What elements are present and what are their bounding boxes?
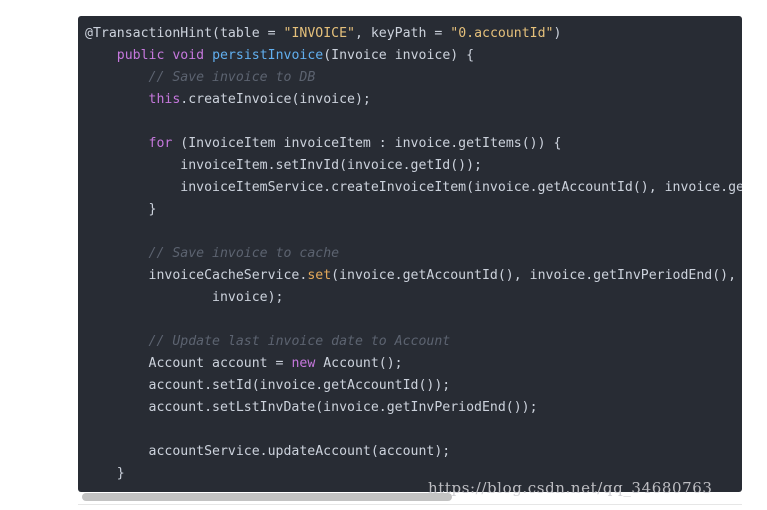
code-token: Account(); [315,356,403,371]
code-token: (Invoice invoice) { [323,48,475,63]
code-token: account.setLstInvDate(invoice.getInvPeri… [85,400,538,415]
code-line: // Save invoice to cache [85,243,742,265]
code-line: invoice); [85,287,742,309]
code-line: // Update last invoice date to Account [85,331,742,353]
code-token: ) [553,26,562,41]
code-token: Account account = [85,356,292,371]
code-token: for [148,136,173,151]
scrollbar-thumb[interactable] [82,493,452,501]
code-line: public void persistInvoice(Invoice invoi… [85,45,742,67]
code-token: invoiceItem.setInvId(invoice.getId()); [85,158,482,173]
code-line: @TransactionHint(table = "INVOICE", keyP… [85,23,742,45]
code-token: new [291,356,316,371]
code-token: accountService.updateAccount(account); [85,444,451,459]
code-token: public [116,48,165,63]
code-block: @TransactionHint(table = "INVOICE", keyP… [78,16,742,492]
code-line: invoiceItemService.createInvoiceItem(inv… [85,177,742,199]
code-token: (InvoiceItem invoiceItem : invoice.getIt… [172,136,562,151]
code-line: invoiceCacheService.set(invoice.getAccou… [85,265,742,287]
code-line: // Save invoice to DB [85,67,742,89]
code-token: (invoice.getAccountId(), invoice.getInvP… [331,268,737,283]
code-token: "INVOICE" [283,26,355,41]
code-text: @TransactionHint(table = "INVOICE", keyP… [85,23,742,485]
code-token: // Update last invoice date to Account [148,334,451,349]
code-token: , keyPath = [354,26,451,41]
code-line: accountService.updateAccount(account); [85,441,742,463]
code-token: "0.accountId" [450,26,554,41]
code-token: @TransactionHint(table = [85,26,284,41]
code-token: } [85,466,125,481]
code-token: void [172,48,205,63]
watermark-url: https://blog.csdn.net/qq_34680763 [428,479,713,497]
code-line: } [85,199,742,221]
code-token: invoiceItemService.createInvoiceItem(inv… [180,180,742,195]
code-token: .createInvoice(invoice); [180,92,371,107]
code-token: // Save invoice to cache [148,246,340,261]
code-line: invoiceItem.setInvId(invoice.getId()); [85,155,742,177]
code-token: this [148,92,181,107]
code-token: // Save invoice to DB [148,70,316,85]
code-token: } [85,202,157,217]
code-line: account.setId(invoice.getAccountId()); [85,375,742,397]
code-line: account.setLstInvDate(invoice.getInvPeri… [85,397,742,419]
code-line: this.createInvoice(invoice); [85,89,742,111]
code-line: for (InvoiceItem invoiceItem : invoice.g… [85,133,742,155]
code-line: Account account = new Account(); [85,353,742,375]
code-token: set [307,268,332,283]
code-token: invoice); [85,290,284,305]
code-token: account.setId(invoice.getAccountId()); [85,378,451,393]
code-token: persistInvoice [212,48,324,63]
divider [78,504,742,505]
code-token: invoiceCacheService. [85,268,308,283]
